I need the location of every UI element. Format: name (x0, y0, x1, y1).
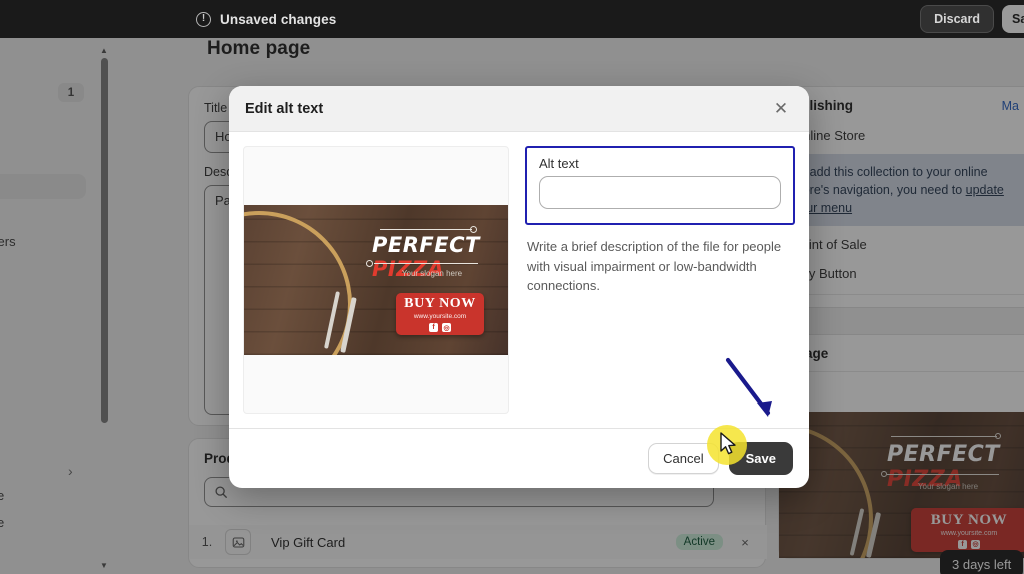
discard-button[interactable]: Discard (920, 5, 994, 33)
modal-body: PERFECT PIZZA Your slogan here BUY NOW w… (229, 132, 809, 428)
app-root: Home page 1 rders › e e ▲ ▼ Title Ho Des… (0, 0, 1024, 574)
instagram-icon: ◎ (442, 323, 451, 332)
modal-header: Edit alt text ✕ (229, 86, 809, 132)
alt-text-input[interactable] (539, 176, 781, 209)
pizza-illustration (244, 211, 352, 355)
alt-text-label: Alt text (539, 156, 579, 171)
close-icon[interactable]: ✕ (769, 97, 793, 121)
exclamation-circle-icon: ! (196, 11, 211, 27)
unsaved-changes-label: Unsaved changes (220, 11, 337, 27)
banner-slogan: Your slogan here (401, 269, 463, 278)
image-preview-pane: PERFECT PIZZA Your slogan here BUY NOW w… (243, 146, 509, 414)
modal-footer: Cancel Save (229, 428, 809, 488)
modal-title: Edit alt text (245, 100, 324, 117)
facebook-icon: f (429, 323, 438, 332)
alt-text-form: Alt text Write a brief description of th… (509, 146, 795, 428)
alt-text-image-preview: PERFECT PIZZA Your slogan here BUY NOW w… (244, 205, 508, 355)
cancel-button[interactable]: Cancel (648, 443, 719, 474)
topbar-save-button[interactable]: Save (1002, 5, 1024, 33)
buy-now-tag: BUY NOW www.yoursite.com f ◎ (396, 293, 484, 335)
unsaved-changes-bar: ! Unsaved changes Discard Save (0, 0, 1024, 38)
alt-text-help: Write a brief description of the file fo… (527, 239, 782, 293)
save-button[interactable]: Save (728, 442, 793, 475)
alt-text-focus-ring: Alt text (525, 146, 795, 225)
edit-alt-text-modal: Edit alt text ✕ PERFECT PIZZA Your sloga… (229, 86, 809, 488)
